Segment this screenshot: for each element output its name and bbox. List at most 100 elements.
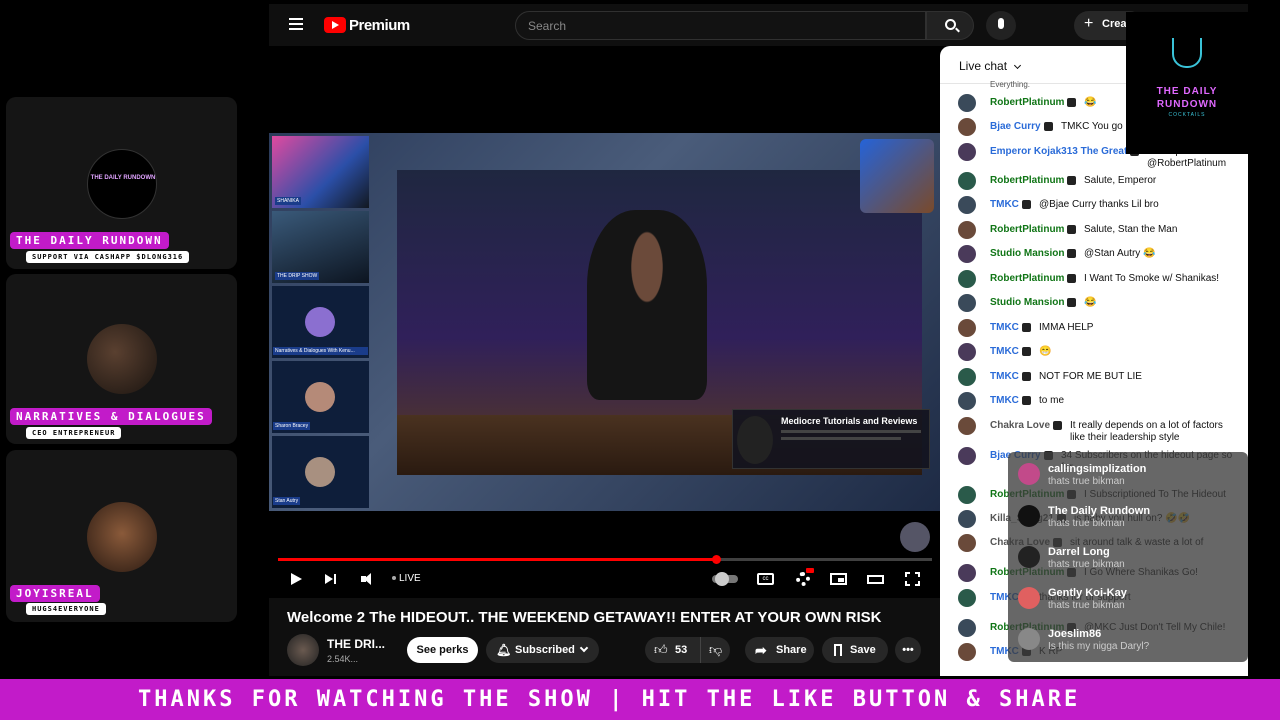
save-button[interactable]: Save <box>822 637 888 663</box>
subscriber-count: 2.54K... <box>327 654 359 664</box>
chat-avatar[interactable] <box>958 589 976 607</box>
chat-text: NOT FOR ME BUT LIE <box>1039 371 1142 382</box>
chat-avatar[interactable] <box>958 343 976 361</box>
subscribed-button[interactable]: 🔔︎ Subscribed <box>486 637 599 663</box>
search-button[interactable] <box>926 11 974 40</box>
youtube-premium-label[interactable]: Premium <box>349 17 410 34</box>
thumbs-up-icon: 👍︎ <box>654 642 668 657</box>
like-count: 53 <box>675 644 688 656</box>
chat-avatar[interactable] <box>958 486 976 504</box>
chat-avatar[interactable] <box>958 619 976 637</box>
play-icon[interactable] <box>288 570 304 588</box>
chat-text: 😂 <box>1084 97 1097 108</box>
chat-avatar[interactable] <box>958 172 976 190</box>
chat-author[interactable]: RobertPlatinum <box>990 273 1077 285</box>
tile-label: THE DRIP SHOW <box>275 272 320 280</box>
chat-text: 😁 <box>1039 346 1052 357</box>
volume-icon[interactable] <box>359 570 377 588</box>
chat-avatar[interactable] <box>958 270 976 288</box>
alert-text: thats true bikman <box>1048 476 1125 487</box>
chat-author[interactable]: RobertPlatinum <box>990 175 1077 187</box>
chat-author[interactable]: Studio Mansion <box>990 248 1077 260</box>
chat-avatar[interactable] <box>958 294 976 312</box>
chat-avatar[interactable] <box>958 196 976 214</box>
chat-avatar[interactable] <box>958 510 976 528</box>
bookmark-icon <box>834 644 842 656</box>
chat-avatar[interactable] <box>958 118 976 136</box>
chat-author[interactable]: Emperor Kojak313 The Great <box>990 146 1140 158</box>
chat-avatar[interactable] <box>958 319 976 337</box>
chat-avatar[interactable] <box>958 447 976 465</box>
more-actions-button[interactable]: ••• <box>895 637 921 663</box>
fullscreen-icon[interactable] <box>904 570 922 588</box>
bottom-ticker: THANKS FOR WATCHING THE SHOW | HIT THE L… <box>0 679 1280 720</box>
inset-card: Mediocre Tutorials and Reviews <box>732 409 930 469</box>
chat-author[interactable]: RobertPlatinum <box>990 224 1077 236</box>
share-button[interactable]: ➦ Share <box>745 637 814 663</box>
chat-author[interactable]: Studio Mansion <box>990 297 1077 309</box>
chat-author[interactable]: TMKC <box>990 395 1031 407</box>
member-badge-icon <box>1021 199 1031 209</box>
chat-avatar[interactable] <box>958 564 976 582</box>
chat-avatar[interactable] <box>958 245 976 263</box>
chat-avatar[interactable] <box>958 368 976 386</box>
chat-author[interactable]: TMKC <box>990 371 1031 383</box>
member-badge-icon <box>1067 97 1077 107</box>
alert-name: Joeslim86 <box>1048 628 1102 640</box>
logo-line1: THE DAILY <box>1156 86 1218 97</box>
chat-avatar[interactable] <box>958 143 976 161</box>
chat-text: @Stan Autry 😂 <box>1084 248 1156 259</box>
share-label: Share <box>776 644 807 656</box>
member-badge-icon <box>1067 175 1077 185</box>
chat-author[interactable]: TMKC <box>990 322 1031 334</box>
chat-avatar[interactable] <box>958 221 976 239</box>
hamburger-menu-icon[interactable] <box>289 18 303 30</box>
chat-author[interactable]: RobertPlatinum <box>990 97 1077 109</box>
member-badge-icon <box>1053 420 1063 430</box>
youtube-logo-icon[interactable] <box>324 17 346 33</box>
member-badge-icon <box>1021 322 1031 332</box>
guest-name-tag: JOYISREAL <box>10 585 100 602</box>
chat-author[interactable]: Bjae Curry <box>990 121 1053 133</box>
settings-gear-icon[interactable] <box>794 568 814 588</box>
channel-name[interactable]: THE DRI... <box>327 637 385 651</box>
autoplay-toggle[interactable] <box>712 570 738 588</box>
guest-subtitle-tag: SUPPORT VIA CASHAPP $DLONG316 <box>26 251 190 263</box>
see-perks-button[interactable]: See perks <box>407 637 478 663</box>
guest-name-tag: THE DAILY RUNDOWN <box>10 232 169 249</box>
like-button[interactable]: 👍︎ 53 <box>645 637 697 663</box>
member-badge-icon <box>1021 395 1031 405</box>
chat-text: IMMA HELP <box>1039 322 1094 333</box>
captions-icon[interactable]: cc <box>757 570 775 588</box>
chat-text: It really depends on a lot of factors li… <box>1070 420 1223 443</box>
chat-avatar[interactable] <box>958 392 976 410</box>
alert-name: Gently Koi-Kay <box>1048 587 1127 599</box>
tile-label: Sharon Bracey <box>273 422 311 430</box>
cocktail-glasses-icon <box>1172 38 1202 68</box>
channel-avatar[interactable] <box>287 634 319 666</box>
miniplayer-icon[interactable] <box>830 570 848 588</box>
logo-line3: COCKTAILS <box>1168 112 1206 118</box>
voice-search-button[interactable] <box>986 11 1016 40</box>
chat-text: 😂 <box>1084 297 1097 308</box>
chat-avatar[interactable] <box>958 417 976 435</box>
search-input[interactable]: Search <box>515 11 926 40</box>
chat-avatar[interactable] <box>958 643 976 661</box>
chat-author[interactable]: TMKC <box>990 199 1031 211</box>
channel-watermark[interactable] <box>900 522 930 552</box>
theater-mode-icon[interactable] <box>867 570 885 588</box>
live-indicator[interactable]: LIVE <box>392 570 426 588</box>
chat-avatar[interactable] <box>958 534 976 552</box>
save-label: Save <box>850 644 876 656</box>
live-label: LIVE <box>399 573 421 584</box>
guest-thumb-topright <box>860 139 934 213</box>
chat-avatar[interactable] <box>958 94 976 112</box>
side-tile-drip-show: THE DRIP SHOW <box>272 211 369 283</box>
chat-author[interactable]: Chakra Love <box>990 420 1063 432</box>
logo-line2: RUNDOWN <box>1156 99 1218 110</box>
chat-author[interactable]: TMKC <box>990 346 1031 358</box>
alert-text: Is this my nigga Daryl? <box>1048 641 1150 652</box>
alert-text: thats true bikman <box>1048 559 1125 570</box>
next-icon[interactable] <box>323 570 339 588</box>
dislike-button[interactable]: 👎︎ <box>700 637 730 663</box>
